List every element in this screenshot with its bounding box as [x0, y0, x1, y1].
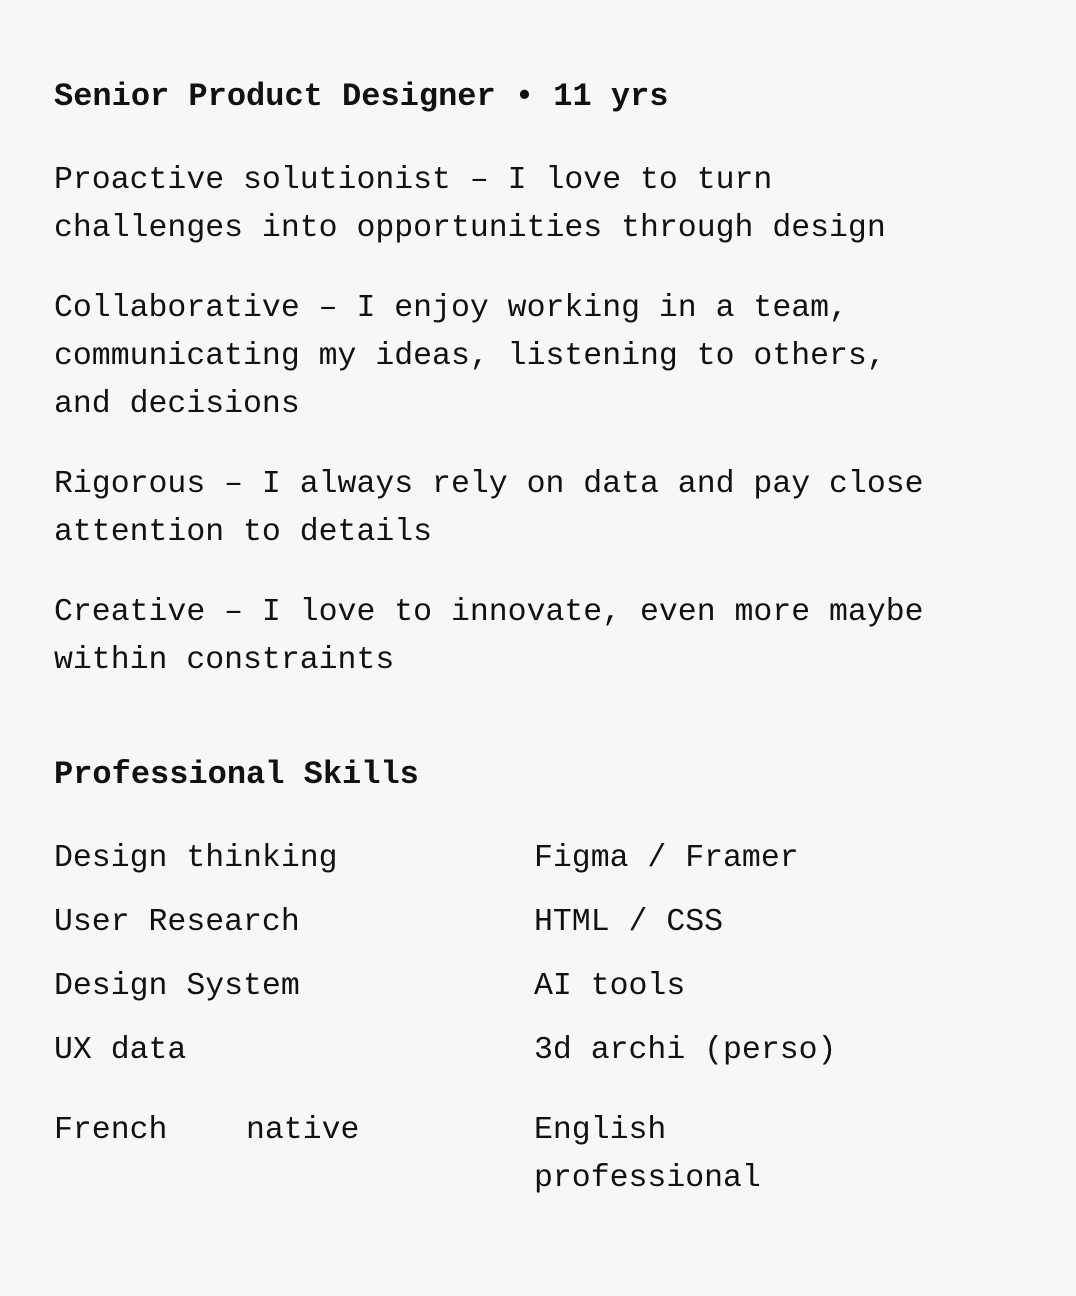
skill-item: Design System — [54, 969, 300, 1004]
language-level: professional — [534, 1161, 761, 1196]
language-level: native — [246, 1113, 360, 1148]
skill-item: Figma / Framer — [534, 841, 799, 876]
skill-item: Design thinking — [54, 841, 338, 876]
skill-item: AI tools — [534, 969, 686, 1004]
page-title: Senior Product Designer • 11 yrs — [54, 78, 669, 115]
skills-heading: Professional Skills — [54, 756, 419, 793]
skill-item: UX data — [54, 1033, 187, 1068]
trait-creative: Creative – I love to innovate, even more… — [54, 595, 924, 678]
skill-item: HTML / CSS — [534, 905, 724, 940]
language-name: French — [54, 1113, 168, 1148]
skill-item: User Research — [54, 905, 300, 940]
trait-collaborative: Collaborative – I enjoy working in a tea… — [54, 291, 886, 422]
skill-item: 3d archi (perso) — [534, 1033, 837, 1068]
trait-proactive: Proactive solutionist – I love to turn c… — [54, 163, 886, 246]
trait-rigorous: Rigorous – I always rely on data and pay… — [54, 467, 924, 550]
language-name: English — [534, 1113, 667, 1148]
